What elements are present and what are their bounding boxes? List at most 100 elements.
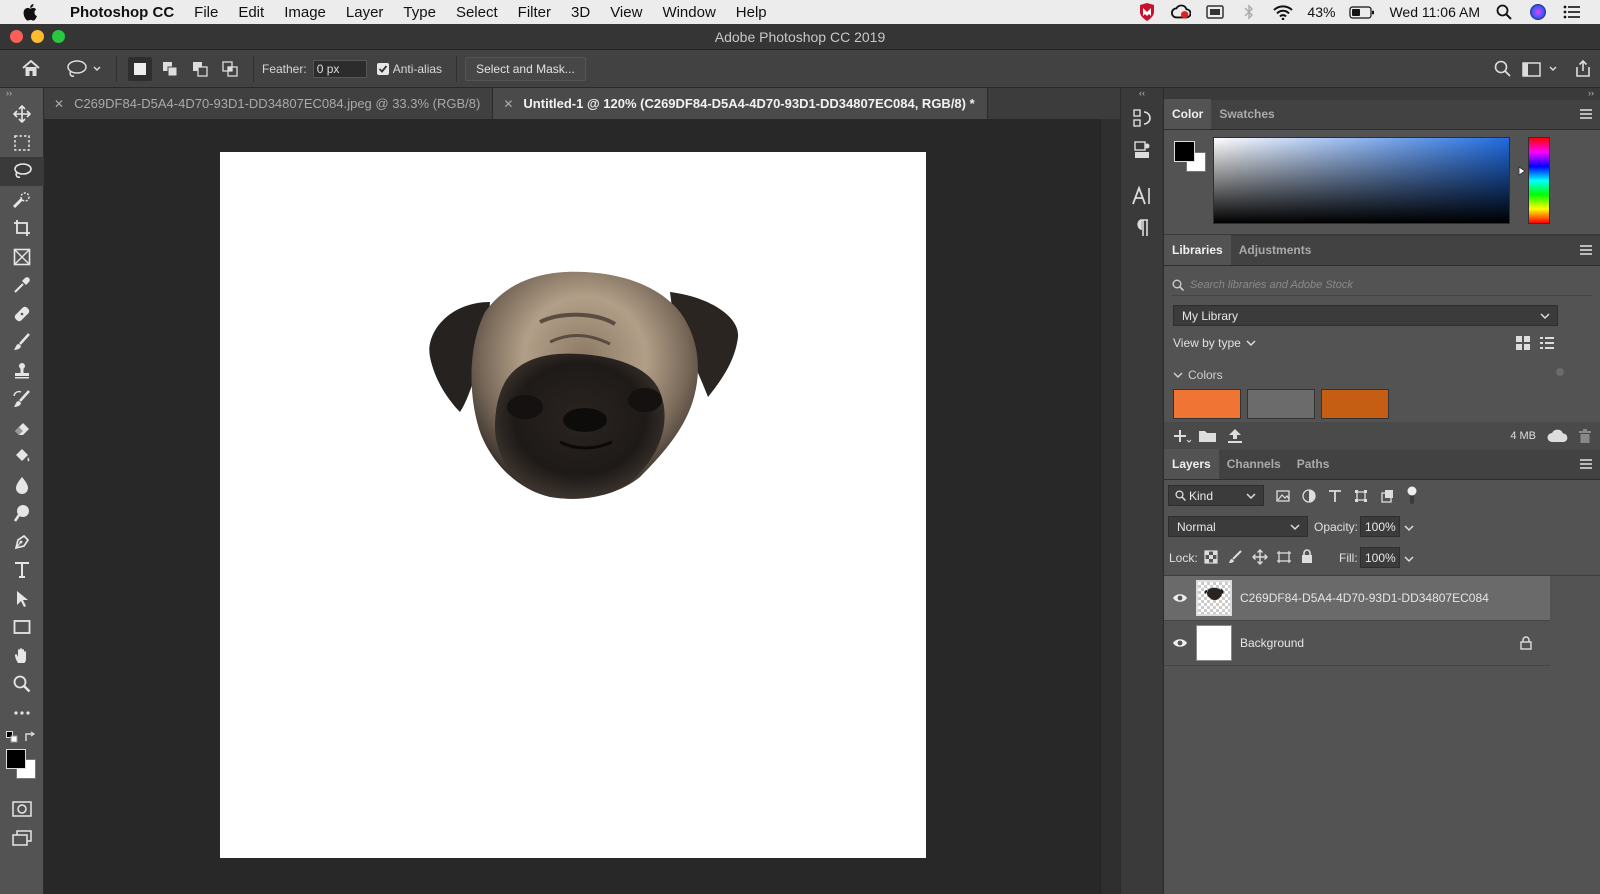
notification-center-icon[interactable] [1562, 3, 1582, 21]
history-panel-icon[interactable] [1121, 102, 1163, 134]
mcafee-icon[interactable] [1137, 3, 1157, 21]
fill-input[interactable]: 100% [1360, 547, 1400, 568]
brush-tool-icon[interactable] [0, 328, 44, 357]
stamp-tool-icon[interactable] [0, 357, 44, 386]
creative-cloud-icon[interactable] [1171, 3, 1192, 21]
library-color-swatch[interactable] [1247, 389, 1315, 419]
path-select-tool-icon[interactable] [0, 585, 44, 614]
tab-adjustments[interactable]: Adjustments [1231, 235, 1320, 265]
eyedropper-tool-icon[interactable] [0, 271, 44, 300]
hue-slider-handle-icon[interactable] [1518, 166, 1526, 176]
spotlight-search-icon[interactable] [1494, 3, 1514, 21]
layer-lock-icon[interactable] [1520, 636, 1532, 650]
tab-swatches[interactable]: Swatches [1211, 99, 1282, 129]
library-search[interactable]: Search libraries and Adobe Stock [1172, 274, 1592, 296]
opacity-input[interactable]: 100% [1360, 516, 1400, 537]
document-canvas[interactable] [220, 152, 926, 858]
tab-layers[interactable]: Layers [1164, 449, 1219, 479]
fill-dropdown-icon[interactable] [1404, 555, 1414, 563]
close-tab-icon[interactable]: ✕ [54, 97, 64, 111]
hue-slider[interactable] [1528, 137, 1550, 224]
wifi-icon[interactable] [1273, 3, 1294, 21]
list-view-icon[interactable] [1540, 336, 1554, 350]
library-color-swatch[interactable] [1173, 389, 1241, 419]
screen-mirroring-icon[interactable] [1205, 3, 1225, 21]
lock-all-icon[interactable] [1301, 549, 1313, 564]
saturation-brightness-field[interactable] [1213, 137, 1510, 224]
filter-toggle-icon[interactable] [1406, 486, 1418, 506]
type-tool-icon[interactable] [0, 556, 44, 585]
library-color-swatch[interactable] [1321, 389, 1389, 419]
hand-tool-icon[interactable] [0, 642, 44, 671]
close-tab-icon[interactable]: ✕ [503, 97, 513, 111]
properties-panel-icon[interactable] [1121, 134, 1163, 166]
lock-position-icon[interactable] [1252, 549, 1268, 565]
collapse-toolbar-icon[interactable]: ›› [0, 88, 43, 100]
lasso-preset-picker[interactable] [62, 56, 108, 82]
grid-view-icon[interactable] [1516, 336, 1530, 350]
rectangle-tool-icon[interactable] [0, 613, 44, 642]
swap-colors-icon[interactable] [24, 731, 36, 743]
home-icon[interactable] [0, 56, 62, 82]
tab-libraries[interactable]: Libraries [1164, 235, 1231, 265]
tab-untitled-1[interactable]: ✕ Untitled-1 @ 120% (C269DF84-D5A4-4D70-… [493, 88, 988, 119]
folder-icon[interactable] [1198, 428, 1218, 444]
default-colors-icon[interactable] [6, 731, 18, 743]
panel-menu-icon[interactable] [1580, 245, 1592, 257]
lasso-tool-icon[interactable] [0, 157, 44, 186]
dodge-tool-icon[interactable] [0, 499, 44, 528]
menu-view[interactable]: View [600, 4, 652, 21]
layer-visibility-eye-icon[interactable] [1164, 638, 1196, 648]
add-selection-button[interactable] [158, 57, 182, 81]
quick-select-tool-icon[interactable] [0, 186, 44, 215]
move-tool-icon[interactable] [0, 100, 44, 129]
quick-mask-icon[interactable] [0, 795, 44, 824]
trash-icon[interactable] [1578, 428, 1592, 444]
tab-jpeg-document[interactable]: ✕ C269DF84-D5A4-4D70-93D1-DD34807EC084.j… [44, 88, 494, 119]
minimize-window-button[interactable] [31, 30, 44, 43]
workspace-switcher-icon[interactable] [1518, 56, 1566, 82]
screen-mode-icon[interactable] [0, 824, 44, 853]
menu-filter[interactable]: Filter [508, 4, 561, 21]
menu-clock[interactable]: Wed 11:06 AM [1389, 4, 1480, 20]
zoom-tool-icon[interactable] [0, 670, 44, 699]
select-and-mask-button[interactable]: Select and Mask... [465, 56, 586, 81]
healing-tool-icon[interactable] [0, 300, 44, 329]
share-icon[interactable] [1566, 56, 1600, 82]
blend-mode-dropdown[interactable]: Normal [1168, 516, 1308, 537]
panel-menu-icon[interactable] [1580, 109, 1592, 121]
filter-pixel-icon[interactable] [1276, 489, 1290, 503]
tab-color[interactable]: Color [1164, 99, 1212, 129]
lock-image-icon[interactable] [1228, 550, 1242, 564]
close-window-button[interactable] [10, 30, 23, 43]
canvas-workspace[interactable] [44, 119, 1100, 894]
menu-help[interactable]: Help [726, 4, 777, 21]
menu-edit[interactable]: Edit [228, 4, 274, 21]
cloud-sync-icon[interactable] [1546, 428, 1570, 444]
view-by-type[interactable]: View by type [1173, 336, 1256, 350]
library-scrollbar-thumb[interactable] [1556, 368, 1564, 376]
filter-type-icon[interactable] [1328, 489, 1342, 503]
layer-visibility-eye-icon[interactable] [1164, 593, 1196, 603]
eraser-tool-icon[interactable] [0, 414, 44, 443]
marquee-tool-icon[interactable] [0, 129, 44, 158]
blur-tool-icon[interactable] [0, 471, 44, 500]
menu-select[interactable]: Select [446, 4, 508, 21]
feather-input[interactable]: 0 px [312, 59, 367, 78]
opacity-dropdown-icon[interactable] [1404, 524, 1414, 532]
layer-row-background[interactable]: Background [1164, 621, 1550, 666]
menu-layer[interactable]: Layer [336, 4, 394, 21]
pen-tool-icon[interactable] [0, 528, 44, 557]
colors-section-header[interactable]: Colors [1173, 368, 1223, 382]
menu-window[interactable]: Window [652, 4, 725, 21]
siri-icon[interactable] [1528, 3, 1548, 21]
history-brush-tool-icon[interactable] [0, 385, 44, 414]
layer-filter-kind[interactable]: Kind [1168, 485, 1264, 506]
library-dropdown[interactable]: My Library [1173, 305, 1558, 326]
menu-image[interactable]: Image [274, 4, 336, 21]
filter-adjustment-icon[interactable] [1302, 489, 1316, 503]
paragraph-panel-icon[interactable] [1121, 212, 1163, 244]
frame-tool-icon[interactable] [0, 243, 44, 272]
crop-tool-icon[interactable] [0, 214, 44, 243]
anti-alias-checkbox[interactable] [376, 62, 389, 75]
